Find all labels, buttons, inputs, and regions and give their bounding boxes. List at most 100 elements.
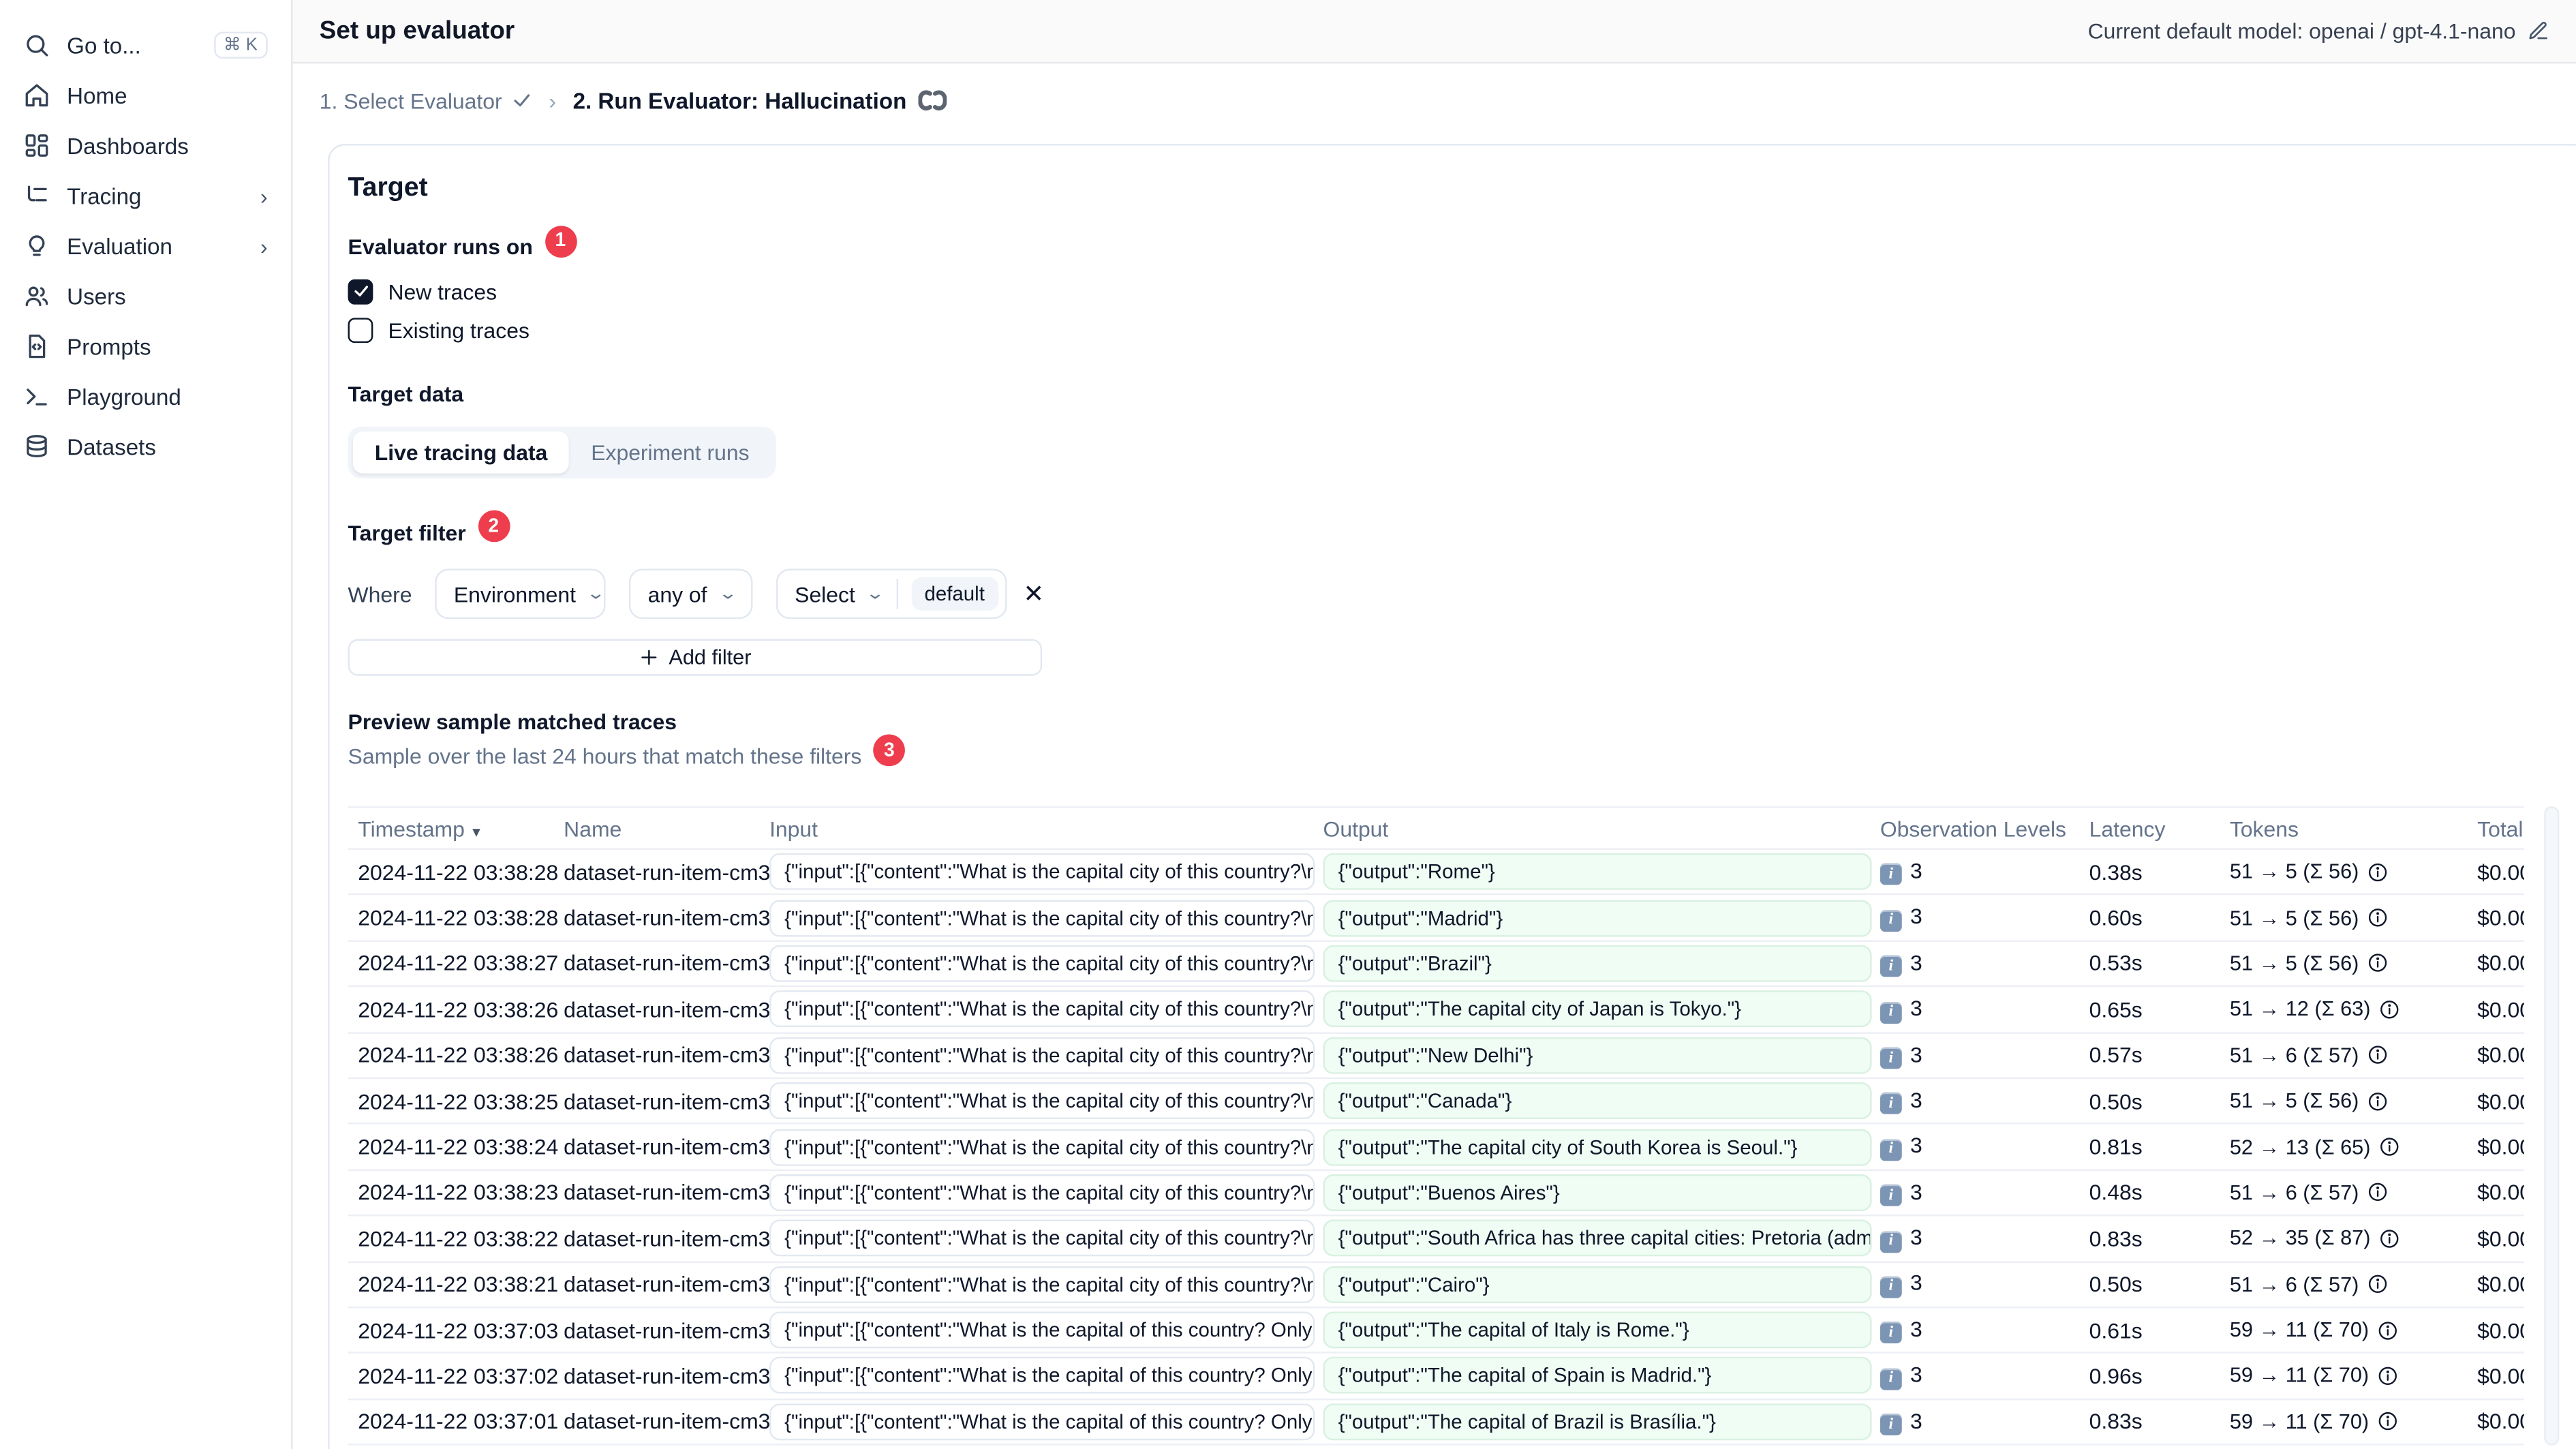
info-circle-icon[interactable] xyxy=(2367,1182,2389,1204)
cell-timestamp: 2024-11-22 03:38:25 xyxy=(358,1088,559,1114)
output-cell[interactable]: {"output":"New Delhi"} xyxy=(1323,1037,1872,1074)
check-icon xyxy=(514,94,530,107)
output-cell[interactable]: {"output":"The capital city of South Kor… xyxy=(1323,1128,1872,1165)
col-observation-levels[interactable]: Observation Levels xyxy=(1880,816,2089,841)
col-output[interactable]: Output xyxy=(1323,816,1880,841)
filter-value-select[interactable]: Select ⌄ default xyxy=(776,568,1007,620)
sidebar-item-datasets[interactable]: Datasets xyxy=(0,422,291,472)
cell-total-cost: $0.000011 ( xyxy=(2477,905,2524,930)
sidebar-item-evaluation[interactable]: Evaluation › xyxy=(0,221,291,271)
select-divider xyxy=(895,579,898,609)
table-scrollbar[interactable] xyxy=(2544,806,2560,1446)
levels-count: 3 xyxy=(1910,1362,1922,1388)
checkbox-existing-traces[interactable]: Existing traces xyxy=(348,317,2570,342)
info-circle-icon[interactable] xyxy=(2367,861,2389,883)
checkbox-new-traces[interactable]: New traces xyxy=(348,278,2570,304)
info-circle-icon[interactable] xyxy=(2367,1273,2389,1295)
checkbox-unchecked-icon[interactable] xyxy=(348,317,373,342)
output-cell[interactable]: {"output":"The capital of Brazil is Bras… xyxy=(1323,1403,1872,1441)
input-cell[interactable]: {"input":[{"content":"What is the capita… xyxy=(769,853,1315,891)
cell-tokens: 51 → 5 (Σ 56) xyxy=(2230,906,2477,930)
col-tokens[interactable]: Tokens xyxy=(2230,816,2477,841)
col-timestamp[interactable]: Timestamp ▼ xyxy=(358,816,564,841)
input-cell[interactable]: {"input":[{"content":"What is the capita… xyxy=(769,899,1315,936)
output-cell[interactable]: {"output":"The capital city of Japan is … xyxy=(1323,990,1872,1028)
target-filter-label: Target filter xyxy=(348,519,466,545)
input-cell[interactable]: {"input":[{"content":"What is the capita… xyxy=(769,1174,1315,1211)
table-row[interactable]: 2024-11-22 03:37:01 dataset-run-item-cm3… xyxy=(348,1400,2524,1446)
output-cell[interactable]: {"output":"The capital of Italy is Rome.… xyxy=(1323,1311,1872,1349)
remove-filter-icon[interactable]: ✕ xyxy=(1023,579,1044,609)
table-row[interactable]: 2024-11-22 03:38:28 dataset-run-item-cm3… xyxy=(348,850,2524,896)
input-cell[interactable]: {"input":[{"content":"What is the capita… xyxy=(769,1128,1315,1165)
col-input[interactable]: Input xyxy=(769,816,1323,841)
input-cell[interactable]: {"input":[{"content":"What is the capita… xyxy=(769,990,1315,1028)
output-cell[interactable]: {"output":"The capital of Spain is Madri… xyxy=(1323,1357,1872,1394)
input-cell[interactable]: {"input":[{"content":"What is the capita… xyxy=(769,945,1315,982)
cell-timestamp: 2024-11-22 03:38:23 xyxy=(358,1180,559,1206)
output-cell[interactable]: {"output":"Cairo"} xyxy=(1323,1266,1872,1303)
info-circle-icon[interactable] xyxy=(2377,1411,2399,1433)
tab-experiment-runs[interactable]: Experiment runs xyxy=(569,431,771,472)
sidebar-item-tracing[interactable]: Tracing › xyxy=(0,170,291,221)
step-select-evaluator[interactable]: 1. Select Evaluator xyxy=(320,88,532,113)
col-name[interactable]: Name xyxy=(564,816,769,841)
info-circle-icon[interactable] xyxy=(2379,1136,2401,1158)
output-cell[interactable]: {"output":"Madrid"} xyxy=(1323,899,1872,936)
filter-column-select[interactable]: Environment ⌄ xyxy=(435,568,606,620)
input-cell[interactable]: {"input":[{"content":"What is the capita… xyxy=(769,1220,1315,1257)
output-cell[interactable]: {"output":"Buenos Aires"} xyxy=(1323,1174,1872,1211)
add-filter-button[interactable]: Add filter xyxy=(348,639,1043,676)
output-cell[interactable]: {"output":"South Africa has three capita… xyxy=(1323,1220,1872,1257)
input-cell[interactable]: {"input":[{"content":"What is the capita… xyxy=(769,1266,1315,1303)
table-row[interactable]: 2024-11-22 03:38:28 dataset-run-item-cm3… xyxy=(348,896,2524,942)
sidebar-item-playground[interactable]: Playground xyxy=(0,371,291,422)
table-row[interactable]: 2024-11-22 03:37:02 dataset-run-item-cm3… xyxy=(348,1354,2524,1400)
filter-operator-select[interactable]: any of ⌄ xyxy=(629,568,753,620)
table-row[interactable]: 2024-11-22 03:38:26 dataset-run-item-cm3… xyxy=(348,1033,2524,1080)
levels-count: 3 xyxy=(1910,1316,1922,1342)
input-text: {"input":[{"content":"What is the capita… xyxy=(784,1043,1313,1067)
tokens-text: 59 → 11 (Σ 70) xyxy=(2229,1364,2370,1388)
table-row[interactable]: 2024-11-22 03:38:23 dataset-run-item-cm3… xyxy=(348,1170,2524,1217)
output-cell[interactable]: {"output":"Rome"} xyxy=(1323,853,1872,891)
input-cell[interactable]: {"input":[{"content":"What is the capita… xyxy=(769,1403,1315,1441)
info-circle-icon[interactable] xyxy=(2379,1227,2401,1249)
table-row[interactable]: 2024-11-22 03:38:22 dataset-run-item-cm3… xyxy=(348,1217,2524,1262)
input-cell[interactable]: {"input":[{"content":"What is the capita… xyxy=(769,1082,1315,1120)
chevron-down-icon: ⌄ xyxy=(865,584,886,603)
table-row[interactable]: 2024-11-22 03:38:24 dataset-run-item-cm3… xyxy=(348,1125,2524,1171)
cell-timestamp: 2024-11-22 03:38:26 xyxy=(358,996,559,1022)
sidebar-item-dashboards[interactable]: Dashboards xyxy=(0,121,291,171)
input-cell[interactable]: {"input":[{"content":"What is the capita… xyxy=(769,1311,1315,1349)
input-cell[interactable]: {"input":[{"content":"What is the capita… xyxy=(769,1037,1315,1074)
table-row[interactable]: 2024-11-22 03:38:25 dataset-run-item-cm3… xyxy=(348,1079,2524,1125)
info-circle-icon[interactable] xyxy=(2367,953,2389,975)
info-circle-icon[interactable] xyxy=(2377,1320,2399,1341)
info-circle-icon[interactable] xyxy=(2377,1365,2399,1387)
info-circle-icon[interactable] xyxy=(2367,907,2389,929)
table-row[interactable]: 2024-11-22 03:38:27 dataset-run-item-cm3… xyxy=(348,941,2524,988)
sidebar-item-home[interactable]: Home xyxy=(0,70,291,121)
edit-pencil-icon[interactable] xyxy=(2528,20,2549,42)
info-circle-icon[interactable] xyxy=(2379,998,2401,1020)
input-text: {"input":[{"content":"What is the capita… xyxy=(784,1318,1313,1342)
step-run-evaluator[interactable]: 2. Run Evaluator: Hallucination xyxy=(573,88,947,113)
sidebar-item-users[interactable]: Users xyxy=(0,271,291,322)
info-circle-icon[interactable] xyxy=(2367,1090,2389,1112)
cell-total-cost: $0.000011 ( xyxy=(2477,1271,2524,1297)
table-row[interactable]: 2024-11-22 03:38:26 dataset-run-item-cm3… xyxy=(348,988,2524,1033)
col-total-cost[interactable]: Total Cost xyxy=(2477,816,2524,841)
col-latency[interactable]: Latency xyxy=(2089,816,2230,841)
sidebar-goto[interactable]: Go to... ⌘ K xyxy=(0,20,291,70)
sidebar-item-prompts[interactable]: Prompts xyxy=(0,321,291,371)
output-cell[interactable]: {"output":"Canada"} xyxy=(1323,1082,1872,1120)
info-square-icon: i xyxy=(1880,1368,1902,1390)
output-cell[interactable]: {"output":"Brazil"} xyxy=(1323,945,1872,982)
checkbox-checked-icon[interactable] xyxy=(348,278,373,304)
table-row[interactable]: 2024-11-22 03:38:21 dataset-run-item-cm3… xyxy=(348,1262,2524,1309)
tab-live-tracing-data[interactable]: Live tracing data xyxy=(352,431,570,473)
input-cell[interactable]: {"input":[{"content":"What is the capita… xyxy=(769,1357,1315,1394)
info-circle-icon[interactable] xyxy=(2367,1044,2389,1066)
table-row[interactable]: 2024-11-22 03:37:03 dataset-run-item-cm3… xyxy=(348,1308,2524,1354)
